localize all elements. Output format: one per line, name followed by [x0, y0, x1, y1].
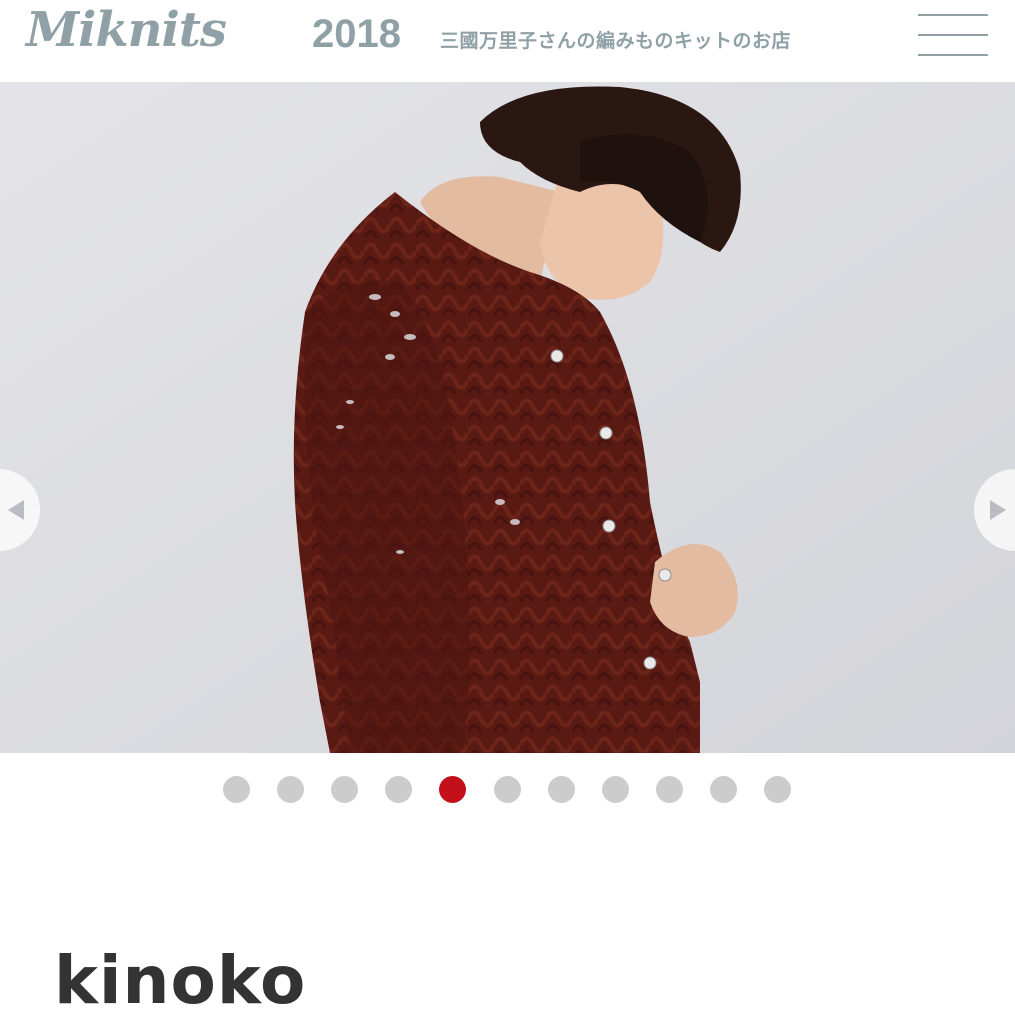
carousel-dots [0, 776, 1015, 804]
product-title: kinoko [54, 942, 307, 1019]
carousel-dot[interactable] [710, 776, 737, 803]
site-tagline: 三國万里子さんの編みものキットのお店 [440, 30, 792, 52]
carousel-dot[interactable] [439, 776, 466, 803]
menu-bar-middle [918, 34, 988, 36]
carousel-dot[interactable] [277, 776, 304, 803]
hero-photo [0, 82, 1015, 753]
carousel-dot[interactable] [764, 776, 791, 803]
menu-bar-bottom [918, 54, 988, 56]
carousel-dot[interactable] [548, 776, 575, 803]
site-logo[interactable]: Miknits [26, 2, 227, 58]
prev-arrow-glyph [8, 500, 24, 520]
next-arrow-glyph [990, 500, 1006, 520]
carousel-dot[interactable] [494, 776, 521, 803]
carousel-dot[interactable] [385, 776, 412, 803]
carousel-dot[interactable] [656, 776, 683, 803]
hero-slideshow[interactable] [0, 82, 1015, 753]
site-year: 2018 [312, 12, 401, 56]
hamburger-menu-icon[interactable] [918, 14, 988, 56]
menu-bar-top [918, 14, 988, 16]
carousel-dot[interactable] [602, 776, 629, 803]
carousel-dot[interactable] [331, 776, 358, 803]
carousel-dot[interactable] [223, 776, 250, 803]
site-header: Miknits 2018 三國万里子さんの編みものキットのお店 [0, 0, 1015, 82]
